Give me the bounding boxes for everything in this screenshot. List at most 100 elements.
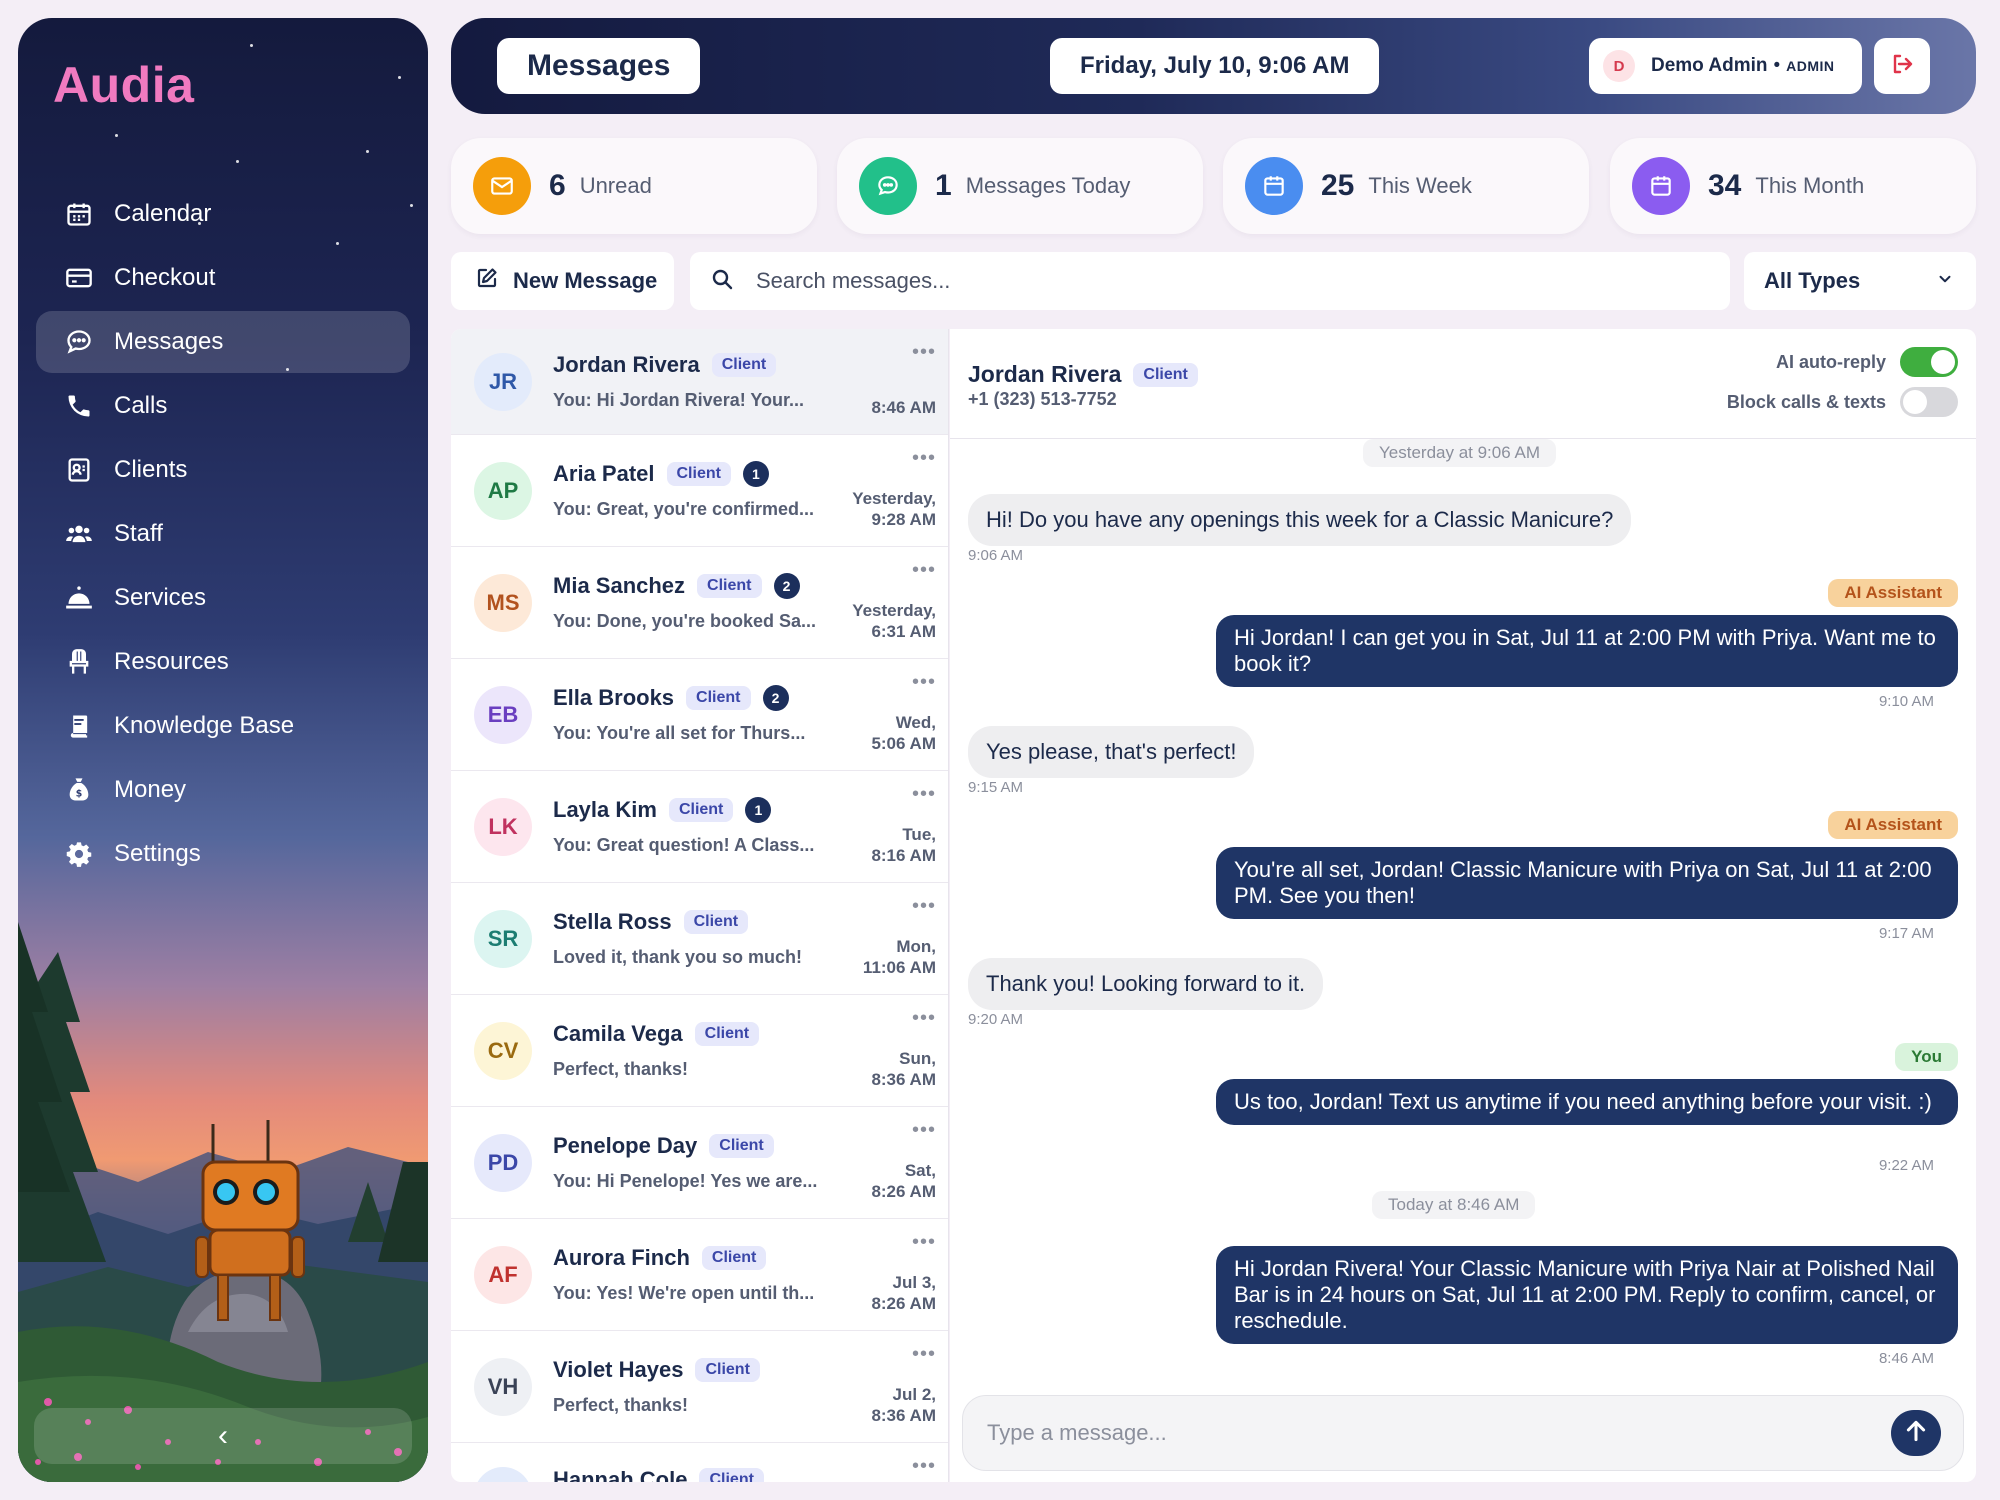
message-time: Tue, 8:16 AM	[871, 825, 936, 865]
contact-name: Aurora Finch	[553, 1245, 690, 1270]
sidebar-item-label: Money	[114, 776, 187, 803]
send-button[interactable]	[1891, 1410, 1941, 1456]
sidebar-item-calendar[interactable]: Calendar	[36, 183, 410, 245]
stat-messages-today: 1 Messages Today	[837, 138, 1203, 234]
contact-name: Camila Vega	[553, 1021, 683, 1046]
stat-unread: 6 Unread	[451, 138, 817, 234]
sidebar-item-label: Services	[114, 584, 207, 611]
sidebar-item-calls[interactable]: Calls	[36, 375, 410, 437]
more-options-icon[interactable]: •••	[912, 342, 936, 362]
avatar: PD	[474, 1133, 532, 1192]
user-name: Demo Admin	[1651, 55, 1768, 76]
filter-value: All Types	[1764, 268, 1861, 293]
more-options-icon[interactable]: •••	[912, 560, 936, 580]
stat-this-week: 25 This Week	[1223, 138, 1589, 234]
star	[398, 76, 401, 79]
sidebar-item-services[interactable]: Services	[36, 567, 410, 629]
conversation-item[interactable]: AF Aurora Finch Client You: Yes! We're o…	[451, 1219, 948, 1331]
sidebar-item-clients[interactable]: Clients	[36, 439, 410, 501]
message-preview: You: Great, you're confirmed...	[553, 499, 814, 519]
top-header: Messages Friday, July 10, 9:06 AM D Demo…	[451, 18, 1976, 114]
ai-autoreply-setting: AI auto-reply	[1776, 347, 1958, 377]
star	[115, 134, 118, 137]
client-badge: Client	[666, 462, 731, 486]
logout-button[interactable]	[1874, 38, 1930, 94]
users-icon	[64, 519, 94, 549]
current-datetime: Friday, July 10, 9:06 AM	[1050, 38, 1380, 94]
more-options-icon[interactable]: •••	[912, 1232, 936, 1252]
conversation-item[interactable]: SR Stella Ross Client Loved it, thank yo…	[451, 883, 948, 995]
sidebar-item-knowledge-base[interactable]: Knowledge Base	[36, 695, 410, 757]
conversation-list: JR Jordan Rivera Client You: Hi Jordan R…	[451, 329, 949, 1482]
more-options-icon[interactable]: •••	[912, 784, 936, 804]
conversation-item[interactable]: EB Ella Brooks Client 2 You: You're all …	[451, 659, 948, 771]
message-time: Jul 3, 8:26 AM	[871, 1273, 936, 1313]
page-title: Messages	[497, 38, 701, 94]
contact-name: Mia Sanchez	[553, 573, 686, 598]
sidebar-item-label: Staff	[114, 520, 163, 547]
avatar: AF	[474, 1245, 532, 1304]
message-composer	[962, 1395, 1964, 1471]
robot-landscape-illustration	[18, 922, 428, 1482]
client-badge: Client	[686, 686, 751, 710]
stat-label: Messages Today	[965, 173, 1131, 198]
outgoing-message: Us too, Jordan! Text us anytime if you n…	[1216, 1079, 1958, 1125]
block-setting: Block calls & texts	[1727, 387, 1958, 417]
search-bar	[690, 252, 1730, 310]
new-message-button[interactable]: New Message	[451, 252, 674, 310]
sidebar-item-resources[interactable]: Resources	[36, 631, 410, 693]
message-time: 8:46 AM	[1878, 1350, 1934, 1367]
avatar: AP	[474, 461, 532, 520]
more-options-icon[interactable]: •••	[912, 1344, 936, 1364]
ai-autoreply-label: AI auto-reply	[1775, 351, 1886, 372]
more-options-icon[interactable]: •••	[912, 1120, 936, 1140]
sidebar-item-label: Clients	[114, 456, 188, 483]
user-menu[interactable]: D Demo Admin • ADMIN	[1589, 38, 1862, 94]
date-divider: Yesterday at 9:06 AM	[1363, 439, 1556, 467]
message-type-filter[interactable]: All Types	[1744, 252, 1976, 310]
sidebar-collapse-button[interactable]: ‹	[34, 1408, 412, 1464]
chat-bubble-icon	[64, 327, 94, 357]
more-options-icon[interactable]: •••	[912, 1456, 936, 1476]
message-time: Sat, 8:26 AM	[871, 1161, 936, 1201]
star	[250, 44, 253, 47]
avatar: CV	[474, 1021, 532, 1080]
conversation-item[interactable]: HC Hannah Cole Client •••	[451, 1443, 948, 1482]
client-badge: Client	[699, 1468, 764, 1482]
search-input[interactable]	[756, 268, 1656, 294]
ai-autoreply-toggle[interactable]	[1900, 347, 1958, 377]
sidebar-item-label: Messages	[114, 328, 224, 355]
contact-name: Hannah Cole	[553, 1467, 688, 1482]
client-badge: Client	[668, 798, 734, 822]
calendar-icon	[1245, 157, 1303, 215]
sidebar-item-checkout[interactable]: Checkout	[36, 247, 410, 309]
service-bell-icon	[64, 583, 94, 613]
more-options-icon[interactable]: •••	[912, 1008, 936, 1028]
conversation-item[interactable]: MS Mia Sanchez Client 2 You: Done, you'r…	[451, 547, 948, 659]
contact-name: Aria Patel	[553, 461, 655, 486]
conversation-item[interactable]: CV Camila Vega Client Perfect, thanks! •…	[451, 995, 948, 1107]
you-tag: You	[1895, 1043, 1958, 1071]
more-options-icon[interactable]: •••	[912, 896, 936, 916]
stat-label: This Month	[1755, 173, 1865, 198]
sidebar-item-staff[interactable]: Staff	[36, 503, 410, 565]
more-options-icon[interactable]: •••	[912, 672, 936, 692]
conversation-item[interactable]: AP Aria Patel Client 1 You: Great, you'r…	[451, 435, 948, 547]
sidebar-item-money[interactable]: $ Money	[36, 759, 410, 821]
more-options-icon[interactable]: •••	[912, 448, 936, 468]
conversation-item[interactable]: PD Penelope Day Client You: Hi Penelope!…	[451, 1107, 948, 1219]
conversation-item[interactable]: JR Jordan Rivera Client You: Hi Jordan R…	[451, 329, 948, 435]
block-calls-texts-toggle[interactable]	[1900, 387, 1958, 417]
outgoing-message: You're all set, Jordan! Classic Manicure…	[1216, 847, 1958, 919]
unread-count-badge: 1	[745, 797, 772, 823]
conversation-item[interactable]: LK Layla Kim Client 1 You: Great questio…	[451, 771, 948, 883]
outgoing-message: Hi Jordan! I can get you in Sat, Jul 11 …	[1216, 615, 1958, 687]
message-preview: You: Great question! A Class...	[553, 835, 815, 855]
message-input[interactable]	[987, 1420, 1867, 1446]
star	[410, 204, 413, 207]
sidebar-item-messages[interactable]: Messages	[36, 311, 410, 373]
chevron-down-icon	[1936, 268, 1954, 294]
message-preview: You: You're all set for Thurs...	[553, 723, 806, 743]
conversation-item[interactable]: VH Violet Hayes Client Perfect, thanks! …	[451, 1331, 948, 1443]
message-time: 9:17 AM	[1878, 925, 1934, 942]
